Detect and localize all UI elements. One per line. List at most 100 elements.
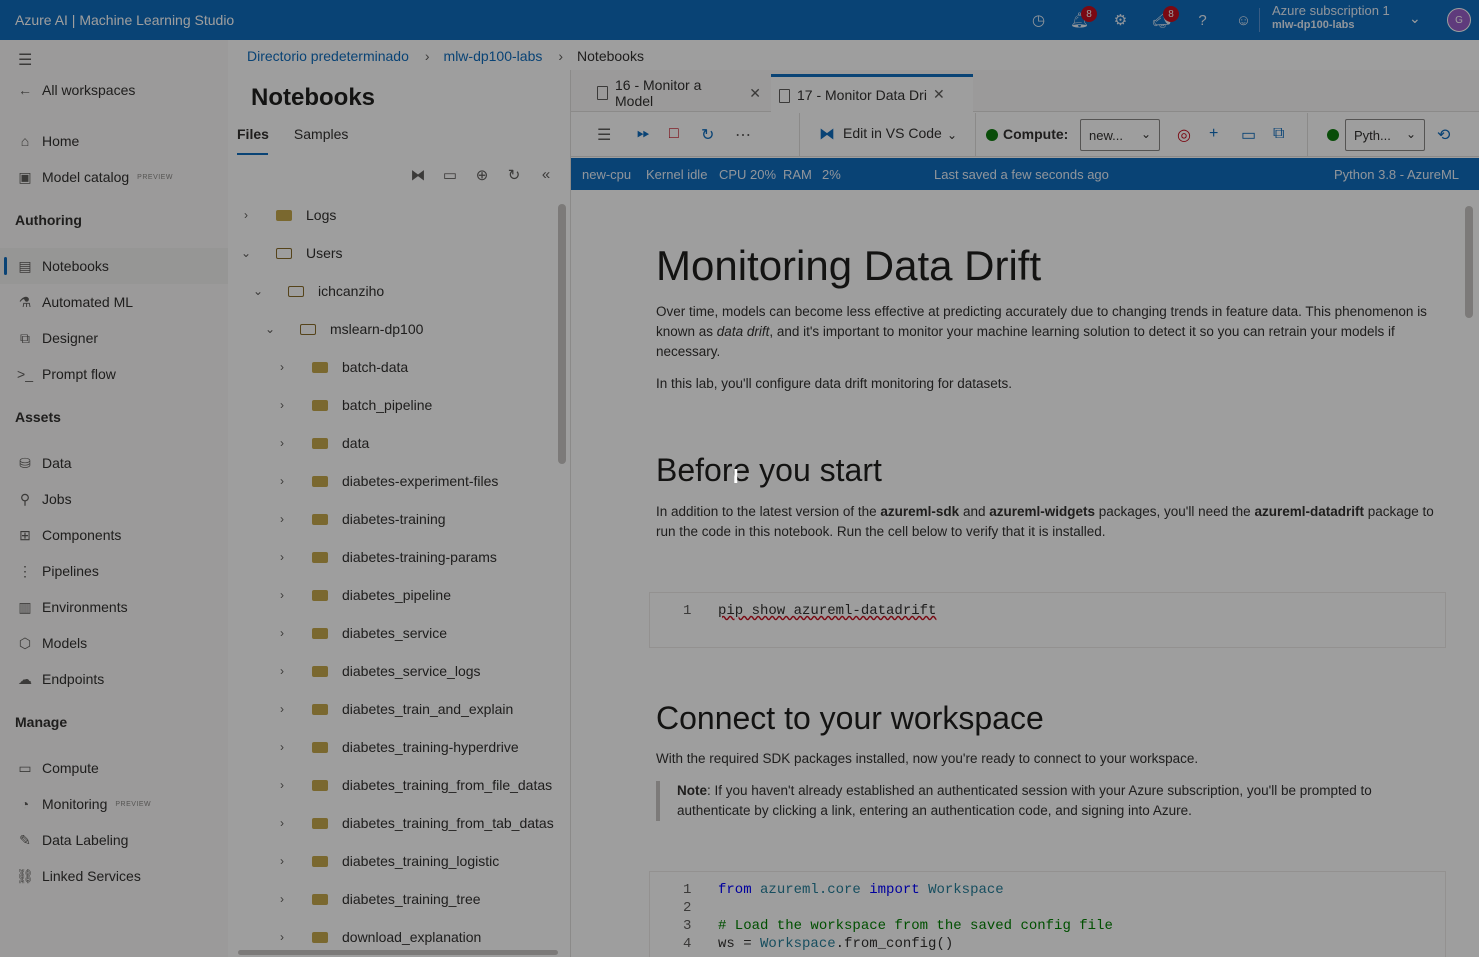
tree-item[interactable]: › diabetes_service <box>270 614 447 652</box>
tree-item[interactable]: › diabetes-training <box>270 500 446 538</box>
code-line[interactable]: pip show azureml-datadrift <box>718 603 936 619</box>
code-cell[interactable]: 1 2 3 4 from azureml.core import Workspa… <box>649 871 1446 957</box>
nav-compute[interactable]: ▭ Compute <box>0 750 228 786</box>
nav-designer[interactable]: ⧉ Designer <box>0 320 228 356</box>
subscription-switcher[interactable]: Azure subscription 1 mlw-dp100-labs <box>1272 3 1412 33</box>
tree-item-ichcanziho[interactable]: ⌄ ichcanziho <box>246 272 384 310</box>
run-all-icon[interactable]: ⏩︎ <box>637 125 650 143</box>
stop-icon[interactable]: □ <box>669 125 679 143</box>
terminal-icon[interactable]: ▭ <box>1241 125 1256 145</box>
breadcrumb-workspace[interactable]: mlw-dp100-labs <box>444 48 543 64</box>
chevron-down-icon[interactable]: ⌄ <box>1409 10 1421 27</box>
nav-automated-ml[interactable]: ⚗ Automated ML <box>0 284 228 320</box>
tab-monitor-data-drift[interactable]: 17 - Monitor Data Dri ✕ <box>771 74 973 112</box>
nav-environments[interactable]: ▥ Environments <box>0 589 228 625</box>
chevron-right-icon[interactable]: › <box>270 398 294 412</box>
tree-item[interactable]: › diabetes_train_and_explain <box>270 690 513 728</box>
code-line[interactable]: ws = Workspace.from_config() <box>718 936 953 952</box>
help-icon[interactable]: ? <box>1182 0 1223 40</box>
chevron-right-icon[interactable]: › <box>270 854 294 868</box>
nav-models[interactable]: ⬡ Models <box>0 625 228 661</box>
terminal-icon[interactable]: ▭ <box>440 166 460 184</box>
hamburger-icon[interactable]: ☰ <box>18 50 32 70</box>
avatar[interactable]: G <box>1447 8 1471 32</box>
chevron-right-icon[interactable]: › <box>270 588 294 602</box>
nav-data[interactable]: ⛁ Data <box>0 445 228 481</box>
switch-icon[interactable]: ⧉ <box>1273 125 1284 143</box>
tab-samples[interactable]: Samples <box>294 126 361 156</box>
chevron-right-icon[interactable]: › <box>270 740 294 754</box>
bell-icon[interactable]: 🔔︎ 8 <box>1059 0 1100 40</box>
chevron-right-icon[interactable]: › <box>270 892 294 906</box>
tree-item[interactable]: › diabetes-experiment-files <box>270 462 498 500</box>
nav-linked-services[interactable]: ⛓ Linked Services <box>0 858 228 894</box>
scrollbar[interactable] <box>1465 206 1473 318</box>
tab-files[interactable]: Files <box>237 126 282 156</box>
code-comment[interactable]: # Load the workspace from the saved conf… <box>718 918 1113 934</box>
chevron-right-icon[interactable]: › <box>270 816 294 830</box>
nav-components[interactable]: ⊞ Components <box>0 517 228 553</box>
breadcrumb-directory[interactable]: Directorio predeterminado <box>247 48 409 64</box>
kernel-select[interactable]: Pyth... ⌄ <box>1345 119 1425 151</box>
code-cell[interactable]: 1 pip show azureml-datadrift <box>649 592 1446 648</box>
nav-prompt-flow[interactable]: >_ Prompt flow <box>0 356 228 392</box>
smiley-icon[interactable]: ☺ <box>1223 0 1264 40</box>
compute-select[interactable]: new... ⌄ <box>1080 119 1160 151</box>
tree-item[interactable]: › diabetes_training_from_tab_datas <box>270 804 554 842</box>
sync-icon[interactable]: ⟲ <box>1437 125 1450 145</box>
tree-item[interactable]: › diabetes_training_tree <box>270 880 481 918</box>
chevron-right-icon[interactable]: › <box>270 512 294 526</box>
tree-item-mslearn-dp100[interactable]: ⌄ mslearn-dp100 <box>258 310 423 348</box>
scrollbar[interactable] <box>558 204 566 464</box>
gear-icon[interactable]: ⚙ <box>1100 0 1141 40</box>
chevron-right-icon[interactable]: › <box>270 930 294 944</box>
add-icon[interactable]: ⊕ <box>472 166 492 184</box>
chevron-down-icon[interactable]: ⌄ <box>947 128 957 142</box>
menu-icon[interactable]: ☰ <box>597 125 611 145</box>
chevron-down-icon[interactable]: ⌄ <box>234 246 258 260</box>
chevron-down-icon[interactable]: ⌄ <box>258 322 282 336</box>
tree-item[interactable]: › batch-data <box>270 348 408 386</box>
megaphone-icon[interactable]: 📣︎ 8 <box>1141 0 1182 40</box>
nav-notebooks[interactable]: ▤ Notebooks <box>0 248 228 284</box>
close-icon[interactable]: ✕ <box>749 85 761 102</box>
nav-data-labeling[interactable]: ✎ Data Labeling <box>0 822 228 858</box>
nav-endpoints[interactable]: ☁ Endpoints <box>0 661 228 697</box>
chevron-right-icon[interactable]: › <box>270 550 294 564</box>
nav-all-workspaces[interactable]: ← All workspaces <box>0 72 228 108</box>
nav-pipelines[interactable]: ⋮ Pipelines <box>0 553 228 589</box>
nav-jobs[interactable]: ⚲ Jobs <box>0 481 228 517</box>
tree-item[interactable]: › diabetes_training_from_file_datas <box>270 766 552 804</box>
vscode-icon[interactable]: ⧓ <box>408 166 428 184</box>
chevron-right-icon[interactable]: › <box>270 436 294 450</box>
app-title[interactable]: Azure AI | Machine Learning Studio <box>0 12 234 28</box>
tree-item[interactable]: › diabetes_pipeline <box>270 576 451 614</box>
nav-home[interactable]: ⌂ Home <box>0 123 228 159</box>
tree-item[interactable]: › diabetes-training-params <box>270 538 497 576</box>
chevron-right-icon[interactable]: › <box>270 664 294 678</box>
tree-item-users[interactable]: ⌄ Users <box>234 234 343 272</box>
nav-model-catalog[interactable]: ▣ Model catalog PREVIEW <box>0 159 228 195</box>
chevron-right-icon[interactable]: › <box>234 208 258 222</box>
tab-monitor-model[interactable]: 16 - Monitor a Model ✕ <box>589 74 761 112</box>
add-icon[interactable]: + <box>1209 125 1218 143</box>
code-line[interactable]: from azureml.core import Workspace <box>718 882 1004 898</box>
tree-item[interactable]: › diabetes_service_logs <box>270 652 481 690</box>
refresh-icon[interactable]: ↻ <box>504 166 524 184</box>
tree-item[interactable]: › batch_pipeline <box>270 386 432 424</box>
chevron-right-icon[interactable]: › <box>270 474 294 488</box>
chevron-right-icon[interactable]: › <box>270 778 294 792</box>
tree-item[interactable]: › data <box>270 424 369 462</box>
restart-icon[interactable]: ↻ <box>701 125 714 145</box>
collapse-icon[interactable]: « <box>536 166 556 184</box>
tree-item[interactable]: › diabetes_training_logistic <box>270 842 499 880</box>
more-icon[interactable]: ⋯ <box>735 125 751 145</box>
tree-item-logs[interactable]: › Logs <box>234 196 336 234</box>
nav-monitoring[interactable]: ◔ Monitoring PREVIEW <box>0 786 228 822</box>
tree-item[interactable]: › diabetes_training-hyperdrive <box>270 728 519 766</box>
chevron-right-icon[interactable]: › <box>270 626 294 640</box>
stop-compute-icon[interactable]: ◎ <box>1177 125 1191 145</box>
chevron-right-icon[interactable]: › <box>270 702 294 716</box>
chevron-right-icon[interactable]: › <box>270 360 294 374</box>
chevron-down-icon[interactable]: ⌄ <box>246 284 270 298</box>
